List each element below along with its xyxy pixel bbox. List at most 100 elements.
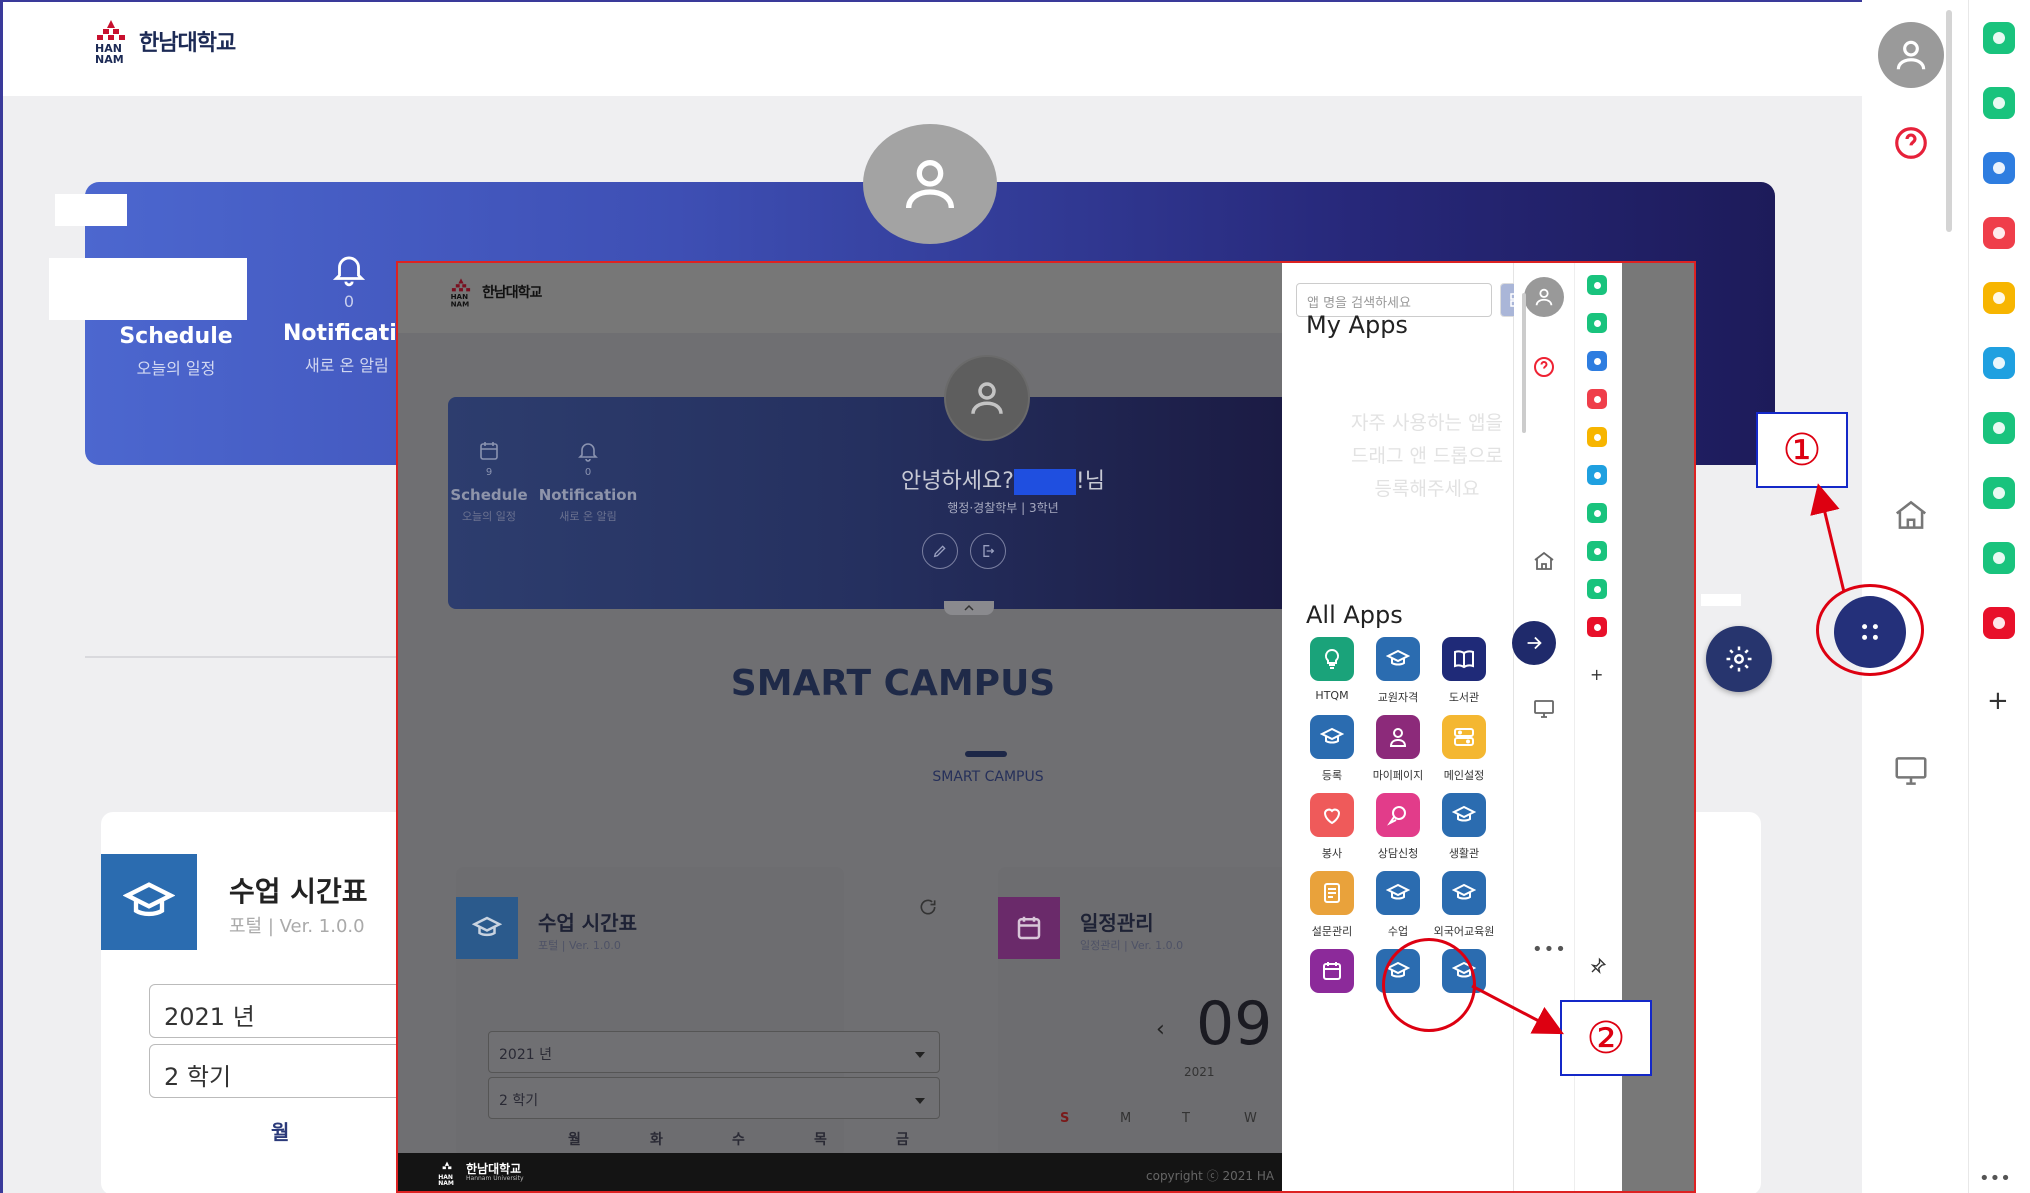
graduation-cap-icon	[101, 854, 197, 950]
home-icon[interactable]	[1532, 549, 1556, 577]
add-app-icon[interactable]: +	[1590, 665, 1603, 684]
inset-term-select[interactable]: 2 학기	[488, 1077, 940, 1119]
schedule-stat-title: Schedule	[119, 324, 233, 349]
star-app-icon[interactable]	[1983, 282, 2015, 314]
home-icon[interactable]	[1892, 496, 1930, 538]
more-dots-icon[interactable]: •••	[1532, 939, 1567, 960]
inset-schedule-card-title: 일정관리	[1080, 911, 1154, 935]
expand-drawer-button[interactable]	[1512, 621, 1556, 665]
settings-tiles-icon	[1442, 715, 1486, 759]
svg-text:NAM: NAM	[438, 1180, 454, 1187]
webtoon-app-icon[interactable]	[1587, 541, 1607, 561]
callout-1: ①	[1756, 412, 1848, 488]
cal-day-wed: W	[1244, 1111, 1257, 1126]
inset-term-value: 2 학기	[499, 1093, 539, 1109]
help-icon[interactable]	[1892, 124, 1930, 166]
pocket-app-icon[interactable]	[1983, 217, 2015, 249]
pocket-app-icon[interactable]	[1587, 389, 1607, 409]
callout-2: ②	[1560, 1000, 1652, 1076]
calendar-icon	[444, 439, 534, 467]
collapse-banner-button[interactable]	[944, 601, 994, 615]
book-icon	[1442, 637, 1486, 681]
inset-scrollbar[interactable]	[1522, 293, 1526, 433]
profile-avatar[interactable]	[863, 124, 997, 244]
sidebar-scrollbar[interactable]	[1946, 10, 1952, 232]
schedule-stat-subtitle: 오늘의 일정	[136, 359, 216, 378]
app-tile[interactable]: 도서관	[1422, 637, 1506, 705]
svg-text:NAM: NAM	[95, 53, 124, 64]
cal-day-tue: T	[1182, 1111, 1190, 1126]
monitor-icon[interactable]	[1892, 752, 1930, 794]
calendar-day-number: 09	[1196, 989, 1273, 1059]
university-logo[interactable]: HAN NAM 한남대학교	[91, 18, 236, 64]
pin-icon[interactable]	[1589, 957, 1607, 979]
app-tile-label: 메인설정	[1443, 769, 1485, 782]
inset-year-select[interactable]: 2021 년	[488, 1031, 940, 1073]
more-dots-icon[interactable]: •••	[1979, 1168, 2011, 1189]
timetable-title: 수업 시간표	[229, 875, 368, 908]
bell-app-icon[interactable]	[1587, 313, 1607, 333]
briefcase-app-icon[interactable]	[1587, 351, 1607, 371]
chat-icon	[1376, 793, 1420, 837]
bell-app-icon[interactable]	[1983, 87, 2015, 119]
prev-date-chevron-icon[interactable]: ‹	[1156, 1017, 1165, 1042]
my-apps-drop-hint: 자주 사용하는 앱을 드래그 앤 드롭으로 등록해주세요	[1332, 407, 1522, 506]
now-app-icon[interactable]	[1587, 617, 1607, 637]
now-app-icon[interactable]	[1983, 607, 2015, 639]
caret-down-icon	[915, 1046, 925, 1062]
calendar-year: 2021	[1184, 1065, 1215, 1079]
logo-text: 한남대학교	[139, 31, 236, 56]
edit-profile-button[interactable]	[922, 533, 958, 569]
green-square-app-icon[interactable]	[1983, 542, 2015, 574]
inset-schedule-card: 일정관리 일정관리 | Ver. 1.0.0 09 2021 ‹ S M T W	[998, 867, 1298, 1157]
app-tile[interactable]: 외국어교육원	[1422, 871, 1506, 939]
logout-icon	[983, 545, 995, 557]
app-tile-label: 도서관	[1448, 691, 1480, 704]
heart-hand-icon	[1310, 793, 1354, 837]
settings-fab-button[interactable]	[1706, 626, 1772, 692]
webtoon-app-icon[interactable]	[1983, 477, 2015, 509]
inset-profile-avatar[interactable]	[944, 355, 1030, 441]
add-app-icon[interactable]: +	[1987, 686, 2009, 716]
greeting-text: 안녕하세요? !님	[878, 463, 1128, 495]
copyright-text: copyright ⓒ 2021 HA	[1146, 1169, 1275, 1183]
redaction-block	[55, 194, 127, 226]
play-app-icon[interactable]	[1587, 503, 1607, 523]
svg-text:NAM: NAM	[451, 299, 470, 307]
all-apps-heading: All Apps	[1306, 601, 1403, 629]
star-app-icon[interactable]	[1587, 427, 1607, 447]
edge-app-icon[interactable]	[1587, 465, 1607, 485]
graduation-cap-icon	[1310, 715, 1354, 759]
calendar-icon	[1310, 949, 1354, 993]
inset-schedule-stat[interactable]: 9 Schedule 오늘의 일정	[444, 439, 534, 524]
dimmed-portal-page: HAN NAM 한남대학교 9 Schedule 오늘의 일정 0 Notific…	[398, 263, 1298, 1191]
play-app-icon[interactable]	[1983, 412, 2015, 444]
briefcase-app-icon[interactable]	[1983, 152, 2015, 184]
green-square-app-icon[interactable]	[1587, 579, 1607, 599]
pencil-icon	[933, 545, 946, 558]
app-tile[interactable]: 메인설정	[1422, 715, 1506, 783]
inset-user-avatar[interactable]	[1524, 277, 1564, 317]
footer-logo: HAN NAM 한남대학교 Hannam University	[436, 1159, 524, 1187]
app-tile[interactable]: 생활관	[1422, 793, 1506, 861]
drop-hint-line: 등록해주세요	[1374, 478, 1480, 500]
green-ring-icon[interactable]	[1587, 275, 1607, 295]
inset-schedule-title: Schedule	[450, 486, 528, 504]
cal-day-sun: S	[1060, 1111, 1070, 1126]
inset-notification-stat[interactable]: 0 Notification 새로 온 알림	[528, 439, 648, 524]
inset-university-logo[interactable]: HAN NAM 한남대학교	[448, 277, 542, 307]
footer-logo-subtext: Hannam University	[466, 1175, 524, 1183]
edge-app-icon[interactable]	[1983, 347, 2015, 379]
app-tile-label: 외국어교육원	[1433, 925, 1495, 938]
inset-logo-text: 한남대학교	[482, 285, 542, 301]
user-avatar[interactable]	[1878, 22, 1944, 88]
monitor-icon[interactable]	[1532, 697, 1556, 725]
logout-button[interactable]	[970, 533, 1006, 569]
refresh-icon[interactable]	[918, 897, 938, 921]
inset-header: HAN NAM 한남대학교	[398, 263, 1282, 333]
weekday-header: 월	[271, 1120, 290, 1144]
help-icon[interactable]	[1532, 355, 1556, 383]
green-ring-icon[interactable]	[1983, 22, 2015, 54]
survey-icon	[1310, 871, 1354, 915]
schedule-stat[interactable]: Schedule 오늘의 일정	[111, 324, 241, 379]
